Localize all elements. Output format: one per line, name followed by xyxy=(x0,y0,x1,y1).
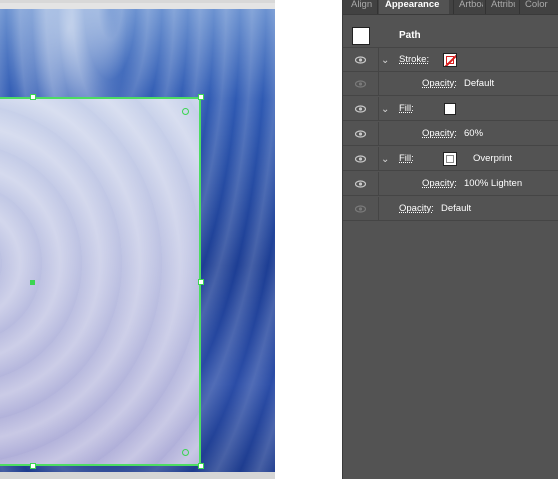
visibility-toggle[interactable] xyxy=(343,97,378,121)
bottom-right-handle[interactable] xyxy=(198,463,204,469)
canvas-area[interactable] xyxy=(0,0,342,479)
opacity-value: Default xyxy=(464,78,495,89)
object-opacity-row[interactable]: Opacity: Default xyxy=(343,197,558,221)
fill-label[interactable]: Fill: xyxy=(399,103,414,114)
fill-row[interactable]: ⌄ Fill: xyxy=(343,97,558,121)
bottom-right-corner-widget[interactable] xyxy=(182,449,189,456)
middle-right-handle[interactable] xyxy=(198,279,204,285)
fill-swatch[interactable] xyxy=(444,103,456,115)
chevron-down-icon[interactable]: ⌄ xyxy=(381,55,389,66)
eye-icon xyxy=(355,155,366,163)
tab-artboards[interactable]: Artboards xyxy=(459,0,483,14)
overprint-label: Overprint xyxy=(473,153,513,164)
panel-tabs: Align Appearance Artboards Attributes Co… xyxy=(343,0,558,15)
appearance-panel: Align Appearance Artboards Attributes Co… xyxy=(342,0,558,479)
path-thumbnail xyxy=(352,27,370,45)
tab-attributes[interactable]: Attributes xyxy=(491,0,515,14)
visibility-toggle[interactable] xyxy=(343,197,378,221)
stroke-label[interactable]: Stroke: xyxy=(399,54,429,65)
visibility-toggle[interactable] xyxy=(343,72,378,96)
fill-opacity-lighten-row[interactable]: Opacity: 100% Lighten xyxy=(343,172,558,196)
opacity-value: 100% Lighten xyxy=(464,178,523,189)
eye-icon xyxy=(355,56,366,64)
fill-row-overprint[interactable]: ⌄ Fill: Overprint xyxy=(343,147,558,171)
stroke-opacity-row[interactable]: Opacity: Default xyxy=(343,72,558,96)
opacity-label[interactable]: Opacity: xyxy=(422,78,457,89)
center-point xyxy=(30,280,35,285)
path-header: Path xyxy=(343,24,558,48)
eye-icon xyxy=(355,130,366,138)
chevron-down-icon[interactable]: ⌄ xyxy=(381,104,389,115)
artboard-edge xyxy=(275,0,342,479)
opacity-value: 60% xyxy=(464,128,484,139)
top-center-handle[interactable] xyxy=(30,94,36,100)
eye-icon xyxy=(355,180,366,188)
tab-appearance[interactable]: Appearance xyxy=(379,0,449,14)
tab-align[interactable]: Align xyxy=(351,0,377,14)
visibility-toggle[interactable] xyxy=(343,147,378,171)
opacity-label[interactable]: Opacity: xyxy=(422,128,457,139)
fill-label[interactable]: Fill: xyxy=(399,153,414,164)
tab-color[interactable]: Color xyxy=(525,0,551,14)
bottom-center-handle[interactable] xyxy=(30,463,36,469)
visibility-toggle[interactable] xyxy=(343,172,378,196)
canvas-bottom-strip xyxy=(0,472,275,479)
object-type-label: Path xyxy=(399,30,421,41)
top-right-handle[interactable] xyxy=(198,94,204,100)
opacity-label[interactable]: Opacity: xyxy=(399,203,434,214)
visibility-toggle[interactable] xyxy=(343,122,378,146)
opacity-value: Default xyxy=(441,203,472,214)
fill-opacity-row[interactable]: Opacity: 60% xyxy=(343,122,558,146)
chevron-down-icon[interactable]: ⌄ xyxy=(381,154,389,165)
opacity-label[interactable]: Opacity: xyxy=(422,178,457,189)
none-swatch-icon[interactable] xyxy=(443,53,457,67)
stroke-row[interactable]: ⌄ Stroke: xyxy=(343,48,558,72)
fill-swatch-outlined[interactable] xyxy=(443,152,457,166)
visibility-toggle[interactable] xyxy=(343,48,378,72)
eye-icon xyxy=(355,205,366,213)
eye-icon xyxy=(355,80,366,88)
eye-icon xyxy=(355,105,366,113)
top-right-corner-widget[interactable] xyxy=(182,108,189,115)
